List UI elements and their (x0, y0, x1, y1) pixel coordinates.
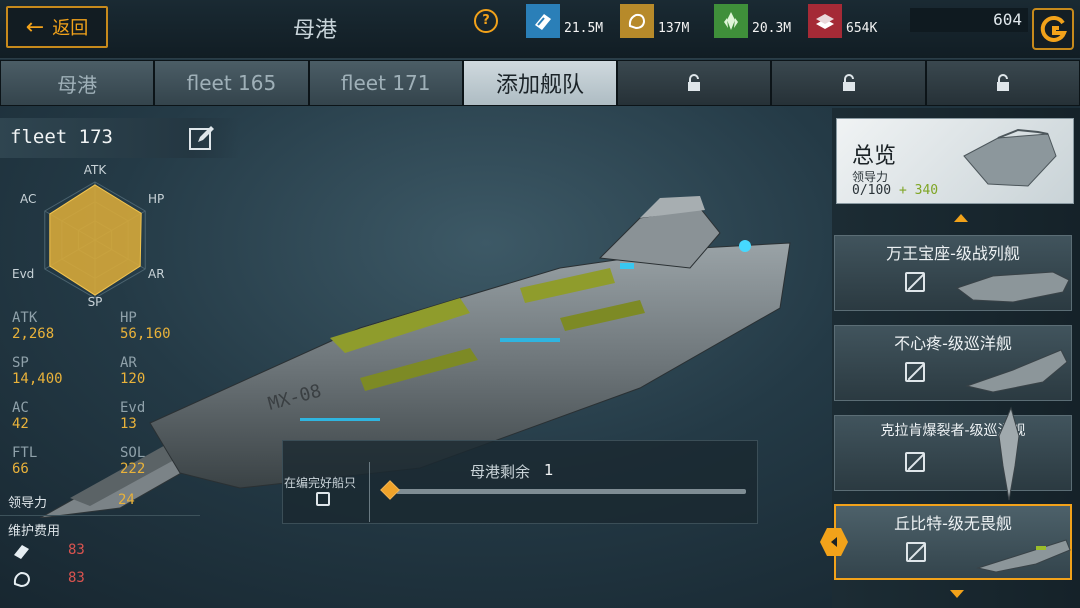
ore-rock-icon (620, 4, 654, 38)
tab-locked[interactable] (771, 60, 926, 106)
tab-label: fleet 171 (340, 71, 431, 95)
stat-row: FTL 66 SOL 222 (12, 445, 200, 485)
tab-locked[interactable] (617, 60, 772, 106)
stat-value: 2,268 (12, 326, 55, 342)
resource-value: 654K (846, 21, 878, 36)
leadership-value: 24 (118, 492, 135, 508)
green-crystal-icon (714, 4, 748, 38)
hangar-remaining-value: 1 (544, 461, 554, 479)
stat-row: AC 42 Evd 13 (12, 400, 200, 445)
empty-slot-icon (905, 362, 925, 382)
tab-label: 添加舰队 (495, 73, 584, 98)
lock-icon (688, 74, 701, 91)
radar-label-evd: Evd (12, 267, 34, 281)
lock-icon (842, 74, 855, 91)
stat-label: SP (12, 355, 29, 371)
fleet-tabs: 母港 fleet 165 fleet 171 添加舰队 (0, 60, 1080, 106)
ready-ships-label: 在编完好船只 (284, 476, 357, 490)
resource-crystal: 21.5M (526, 2, 603, 38)
back-arrow-icon: ← (25, 14, 45, 40)
stat-label: HP (120, 310, 137, 326)
stat-row: ATK 2,268 HP 56,160 (12, 310, 200, 355)
metal-ingot-icon (808, 4, 842, 38)
radar-label-atk: ATK (84, 163, 108, 177)
radar-label-sp: SP (88, 295, 103, 308)
resource-metal: 654K (808, 2, 877, 38)
empty-slot-icon (906, 542, 926, 562)
resource-value: 137M (658, 21, 690, 36)
g-coin-icon[interactable] (1032, 8, 1074, 50)
help-icon[interactable]: ? (474, 9, 498, 33)
hangar-remaining-label: 母港剩余 (470, 463, 531, 481)
credits-counter: 604 (910, 8, 1028, 32)
radar-stats-area (49, 184, 142, 296)
stat-value: 14,400 (12, 371, 63, 387)
kraken-cruiser-thumbnail (998, 406, 1020, 501)
stat-value: 222 (120, 461, 146, 477)
tab-locked[interactable] (925, 60, 1080, 106)
tab-home[interactable]: 母港 (0, 60, 155, 106)
tab-fleet-165[interactable]: fleet 165 (154, 60, 309, 106)
radar-label-ar: AR (148, 267, 165, 281)
overview-bonus: + 340 (898, 183, 939, 198)
radar-label-ac: AC (20, 192, 36, 206)
edit-icon[interactable] (188, 124, 216, 152)
upkeep-value: 83 (68, 542, 85, 558)
resource-value: 21.5M (564, 21, 604, 36)
empty-slot-icon (905, 452, 925, 472)
ore-rock-icon (13, 571, 31, 588)
ship-card[interactable]: 万王宝座-级战列舰 (834, 235, 1072, 311)
dreadnought-thumbnail (976, 539, 1071, 573)
fleet-stats: ATK 2,268 HP 56,160 SP 14,400 AR 120 AC 42 Ev… (12, 310, 200, 485)
stat-value: 120 (120, 371, 146, 387)
empty-slot-icon (905, 272, 925, 292)
stat-value: 66 (12, 461, 29, 477)
empty-slot-icon (316, 492, 330, 506)
overview-title: 总览 (852, 144, 897, 169)
divider (0, 515, 200, 516)
stat-label: Evd (120, 400, 146, 416)
fleet-name: fleet 173 (10, 126, 113, 148)
radar-label-hp: HP (148, 192, 164, 206)
stat-value: 42 (12, 416, 29, 432)
ship-count-slider[interactable] (396, 489, 746, 494)
back-label: 返回 (52, 18, 89, 39)
battleship-thumbnail (955, 271, 1070, 303)
cruiser-thumbnail (965, 349, 1068, 393)
stat-label: AR (120, 355, 137, 371)
stat-label: ATK (12, 310, 38, 326)
stat-value: 13 (120, 416, 137, 432)
resource-value: 20.3M (752, 21, 792, 36)
tab-label: fleet 165 (186, 71, 277, 95)
lock-icon (996, 74, 1009, 91)
crystal-pack-icon (526, 4, 560, 38)
stat-label: AC (12, 400, 29, 416)
upkeep-value: 83 (68, 570, 85, 586)
tab-add-fleet[interactable]: 添加舰队 (462, 60, 618, 106)
overview-value-text: 0/100 (852, 183, 892, 198)
stats-radar-chart: ATK HP AR SP Evd AC (12, 163, 165, 308)
stat-row: SP 14,400 AR 120 (12, 355, 200, 400)
page-title: 母港 (292, 18, 337, 43)
upkeep-label: 维护费用 (8, 524, 61, 539)
ship-card[interactable]: 克拉肯爆裂者-级巡洋舰 (834, 406, 1072, 501)
resource-ore: 137M (620, 2, 689, 38)
leadership-label: 领导力 (8, 496, 48, 511)
scroll-down-icon[interactable] (950, 590, 964, 598)
ship-card-selected[interactable]: 丘比特-级无畏舰 (834, 504, 1072, 580)
crystal-pack-icon (14, 545, 29, 559)
fleet-overview-ship-icon (963, 128, 1057, 187)
ship-card[interactable]: 不心疼-级巡洋舰 (834, 325, 1072, 401)
tab-label: 母港 (57, 72, 98, 97)
stat-label: SOL (120, 445, 146, 461)
scroll-up-icon[interactable] (954, 214, 968, 222)
stat-value: 56,160 (120, 326, 171, 342)
back-button[interactable]: ← 返回 (6, 6, 108, 48)
divider (369, 462, 370, 522)
resource-green-crystal: 20.3M (714, 2, 791, 38)
stat-label: FTL (12, 445, 38, 461)
overview-value: 0/100 + 340 (852, 183, 938, 198)
ship-card-title: 克拉肯爆裂者-级巡洋舰 (880, 423, 1026, 439)
tab-fleet-171[interactable]: fleet 171 (308, 60, 463, 106)
